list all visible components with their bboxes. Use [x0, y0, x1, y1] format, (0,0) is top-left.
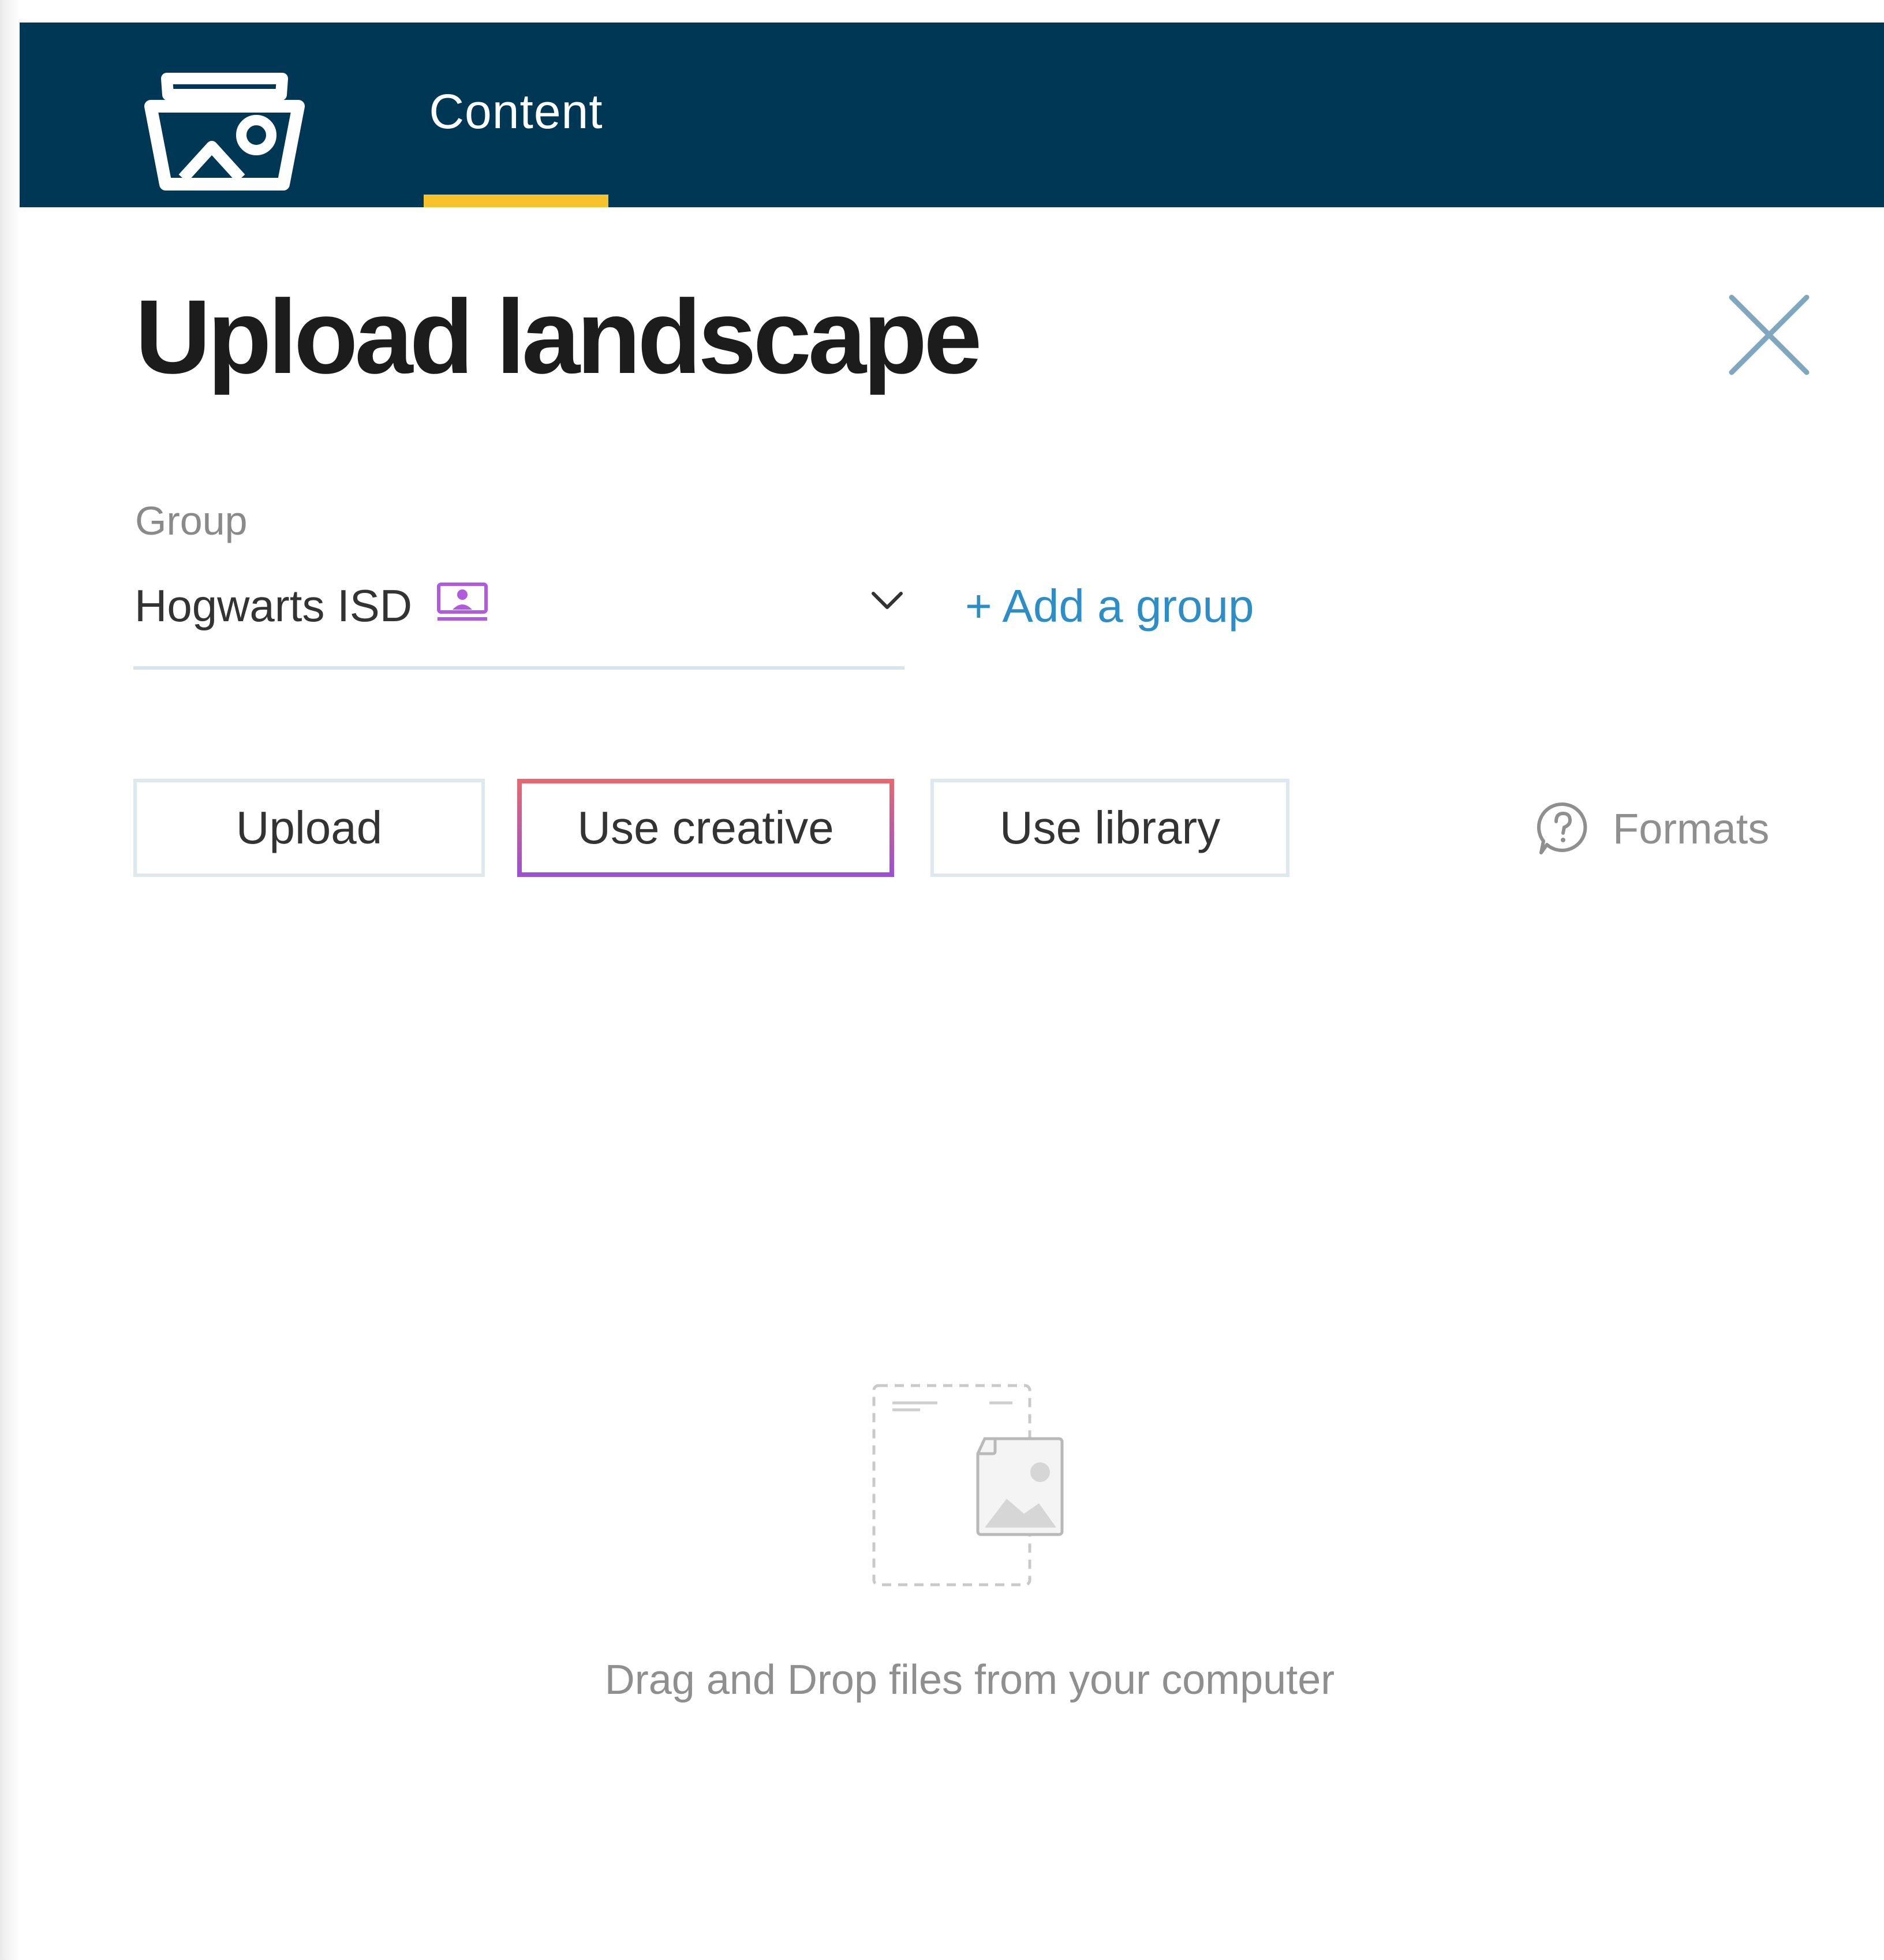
formats-link[interactable]: Formats: [1535, 797, 1769, 860]
upload-landscape-page: Content Upload landscape Group Hogwarts …: [0, 0, 1884, 1960]
panel-shadow: [0, 0, 20, 1960]
group-label: Group: [135, 498, 248, 543]
top-gap: [0, 0, 1884, 23]
active-tab-indicator: [424, 195, 608, 207]
use-creative-button[interactable]: Use creative: [517, 779, 894, 877]
page-title: Upload landscape: [135, 278, 982, 395]
chevron-down-icon: [872, 592, 903, 609]
media-folder-icon[interactable]: [138, 60, 311, 193]
classroom-screen-icon: [437, 583, 488, 621]
app-header: Content: [20, 23, 1884, 207]
file-image-placeholder-icon: [872, 1384, 1064, 1586]
use-library-button[interactable]: Use library: [930, 779, 1289, 877]
group-selected-value: Hogwarts ISD: [134, 580, 413, 631]
file-dropzone[interactable]: Drag and Drop files from your computer: [20, 924, 1884, 1960]
tab-content-label: Content: [429, 84, 603, 139]
close-icon[interactable]: [1726, 292, 1812, 378]
dropzone-text: Drag and Drop files from your computer: [604, 1657, 1335, 1703]
upload-button[interactable]: Upload: [133, 779, 485, 877]
tab-content[interactable]: Content: [424, 23, 608, 207]
help-circle-icon: [1537, 802, 1587, 854]
group-select[interactable]: Hogwarts ISD: [133, 572, 904, 670]
add-group-link[interactable]: + Add a group: [965, 580, 1254, 633]
formats-label: Formats: [1613, 804, 1770, 853]
